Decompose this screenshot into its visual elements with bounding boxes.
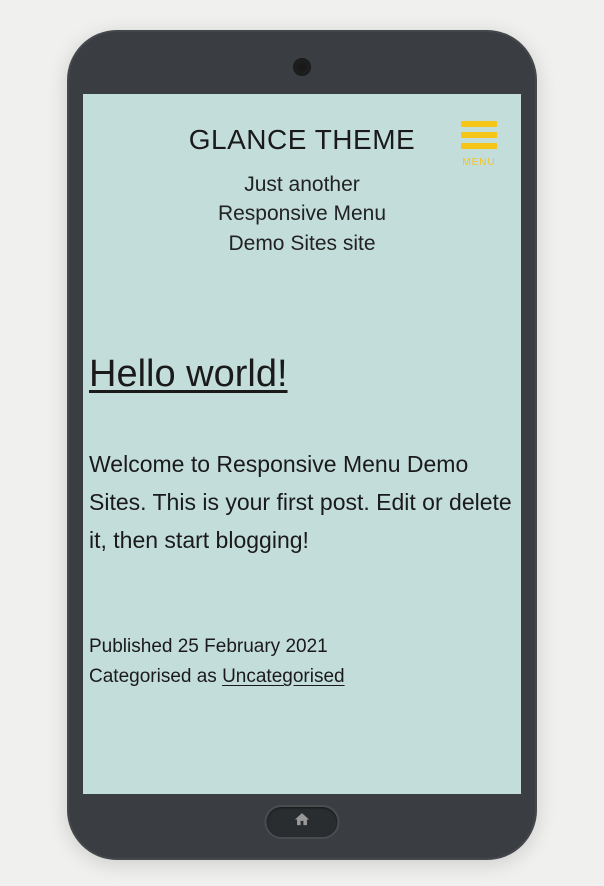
post-title-link[interactable]: Hello world!: [89, 353, 515, 396]
site-title[interactable]: GLANCE THEME: [89, 124, 515, 156]
post-meta: Published 25 February 2021 Categorised a…: [89, 632, 515, 693]
post-body: Welcome to Responsive Menu Demo Sites. T…: [89, 446, 515, 560]
categorised-prefix: Categorised as: [89, 666, 222, 687]
published-date: 25 February 2021: [178, 636, 328, 657]
published-prefix: Published: [89, 636, 178, 657]
page-content: GLANCE THEME Just another Responsive Men…: [83, 94, 521, 794]
home-button[interactable]: [265, 805, 340, 839]
hamburger-icon: [461, 121, 497, 149]
published-line: Published 25 February 2021: [89, 632, 515, 662]
menu-label: MENU: [462, 157, 495, 168]
category-link[interactable]: Uncategorised: [222, 666, 345, 687]
phone-inner: GLANCE THEME Just another Responsive Men…: [75, 38, 529, 852]
front-camera: [293, 58, 311, 76]
site-header: GLANCE THEME Just another Responsive Men…: [89, 124, 515, 258]
site-tagline: Just another Responsive Menu Demo Sites …: [197, 170, 407, 258]
phone-device-frame: GLANCE THEME Just another Responsive Men…: [67, 30, 537, 860]
phone-screen[interactable]: GLANCE THEME Just another Responsive Men…: [83, 94, 521, 794]
menu-toggle-button[interactable]: MENU: [461, 121, 497, 168]
home-icon: [294, 811, 311, 833]
categorised-line: Categorised as Uncategorised: [89, 662, 515, 692]
